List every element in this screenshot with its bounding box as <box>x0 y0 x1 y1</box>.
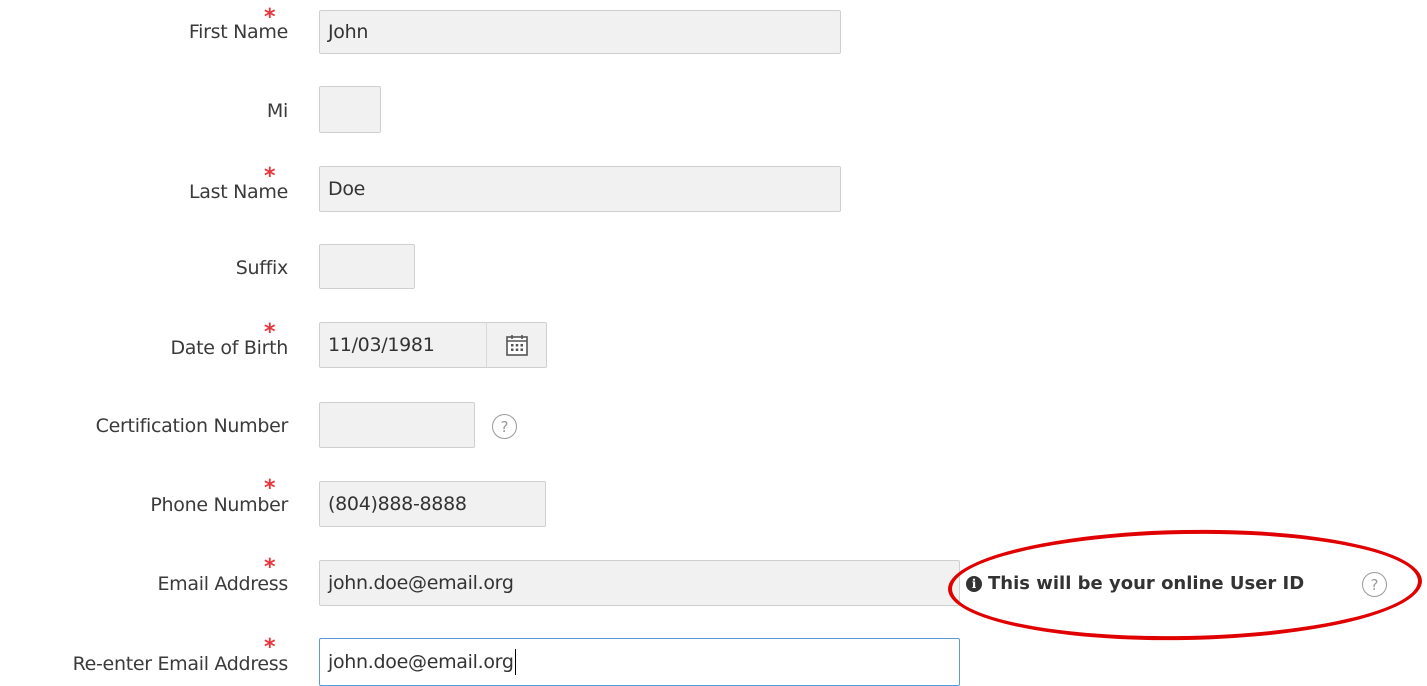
required-asterisk: * <box>264 320 276 345</box>
email-confirm-value: john.doe@email.org <box>328 651 514 673</box>
suffix-label: Suffix <box>235 257 289 279</box>
text-caret <box>514 649 516 675</box>
mi-input[interactable] <box>319 86 381 133</box>
first-name-value: John <box>328 21 369 43</box>
last-name-input[interactable]: Doe <box>319 166 841 212</box>
email-input[interactable]: john.doe@email.org <box>319 560 960 606</box>
first-name-input[interactable]: John <box>319 10 841 54</box>
required-asterisk: * <box>264 555 276 580</box>
phone-value: (804)888-8888 <box>328 493 467 515</box>
required-asterisk: * <box>264 164 276 189</box>
user-id-hint: i This will be your online User ID <box>966 573 1304 594</box>
required-asterisk: * <box>264 635 276 660</box>
user-id-hint-text: This will be your online User ID <box>988 573 1305 594</box>
mi-label: Mi <box>266 100 288 122</box>
question-circle-icon[interactable]: ? <box>1362 572 1387 597</box>
dob-input[interactable]: 11/03/1981 <box>319 322 487 368</box>
email-value: john.doe@email.org <box>328 572 514 594</box>
question-circle-icon[interactable]: ? <box>492 414 517 439</box>
required-asterisk: * <box>264 5 276 30</box>
phone-input[interactable]: (804)888-8888 <box>319 481 546 527</box>
suffix-input[interactable] <box>319 244 415 289</box>
info-circle-icon: i <box>966 575 982 592</box>
email-confirm-label: Re-enter Email Address <box>72 653 289 675</box>
cert-input[interactable] <box>319 402 475 448</box>
required-asterisk: * <box>264 476 276 501</box>
last-name-value: Doe <box>328 178 366 200</box>
email-confirm-input[interactable]: john.doe@email.org <box>319 638 960 686</box>
dob-value: 11/03/1981 <box>328 334 435 356</box>
cert-label: Certification Number <box>95 415 289 437</box>
calendar-icon <box>505 335 528 356</box>
calendar-button[interactable] <box>486 322 547 368</box>
